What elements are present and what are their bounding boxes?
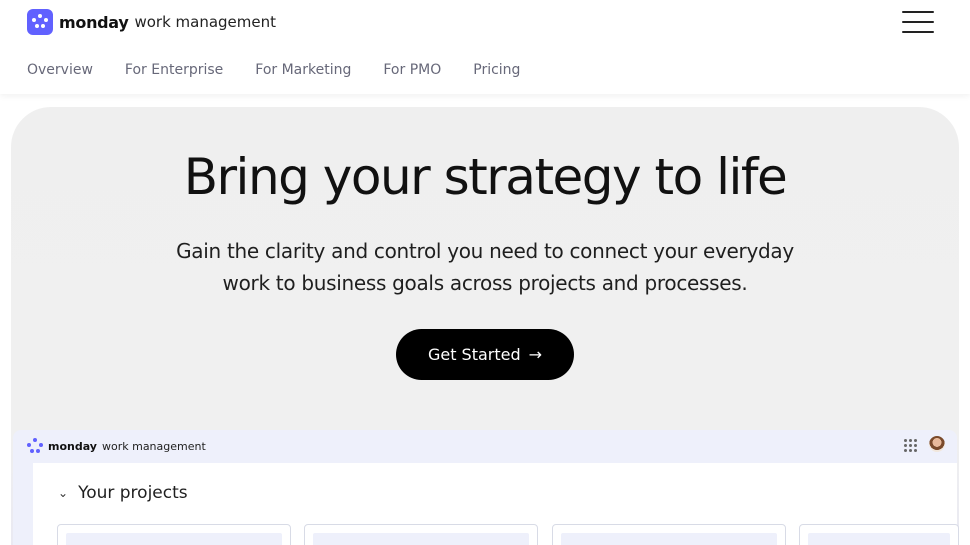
chevron-down-icon[interactable]: ⌄ — [58, 486, 68, 500]
product-preview-topbar: monday work management — [13, 430, 957, 463]
get-started-button[interactable]: Get Started → — [396, 329, 574, 380]
monday-logo-icon — [27, 9, 53, 35]
your-projects-header[interactable]: ⌄ Your projects — [58, 483, 188, 503]
apps-grid-icon[interactable] — [904, 439, 918, 453]
logo-brand-text: monday — [59, 12, 129, 32]
site-header: monday work management Overview For Ente… — [0, 0, 970, 94]
project-card[interactable] — [57, 524, 291, 545]
hero-title: Bring your strategy to life — [183, 148, 788, 206]
preview-product-text: work management — [101, 439, 206, 453]
your-projects-title: Your projects — [78, 483, 188, 503]
preview-left-rail — [13, 463, 33, 545]
sub-navigation: Overview For Enterprise For Marketing Fo… — [27, 62, 552, 78]
logo-product-text: work management — [134, 13, 277, 31]
logo[interactable]: monday work management — [27, 9, 276, 35]
nav-item-for-enterprise[interactable]: For Enterprise — [125, 62, 223, 78]
hero-subtitle: Gain the clarity and control you need to… — [176, 239, 794, 295]
preview-brand-text: monday — [48, 439, 97, 453]
nav-item-for-marketing[interactable]: For Marketing — [255, 62, 351, 78]
nav-item-pricing[interactable]: Pricing — [473, 62, 520, 78]
project-card[interactable] — [799, 524, 959, 545]
project-card[interactable] — [304, 524, 538, 545]
arrow-right-icon: → — [528, 345, 543, 364]
preview-logo: monday work management — [27, 438, 206, 454]
cta-label: Get Started — [427, 345, 521, 364]
hamburger-menu-icon[interactable] — [900, 9, 936, 35]
user-avatar[interactable] — [929, 436, 945, 452]
nav-item-overview[interactable]: Overview — [27, 62, 93, 78]
monday-logo-icon — [27, 438, 43, 454]
nav-item-for-pmo[interactable]: For PMO — [383, 62, 441, 78]
project-card[interactable] — [552, 524, 786, 545]
